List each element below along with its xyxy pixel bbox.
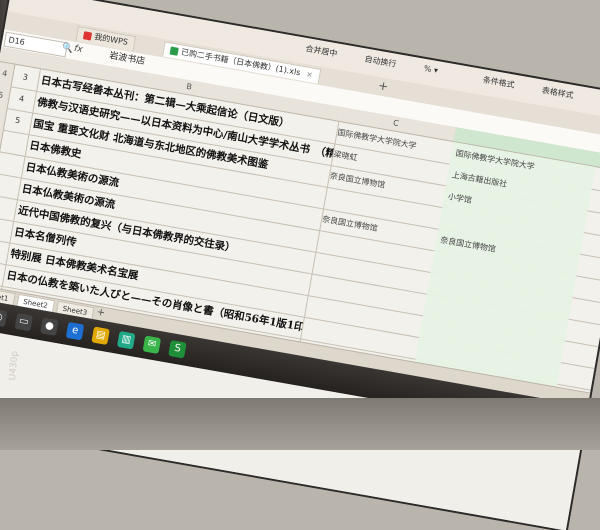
conditional-format-button[interactable]: 条件格式 <box>482 74 515 90</box>
task-view-icon[interactable]: ▭ <box>15 313 34 332</box>
spreadsheet-icon <box>170 46 179 55</box>
screen: 合并居中 自动换行 % ▾ 条件格式 表格样式 我的WPS 已购二手书籍（日本佛… <box>0 0 600 530</box>
monitor-bezel-bottom <box>0 398 600 450</box>
search-icon[interactable]: ○ <box>0 308 7 327</box>
wps-spreadsheet-icon[interactable]: S <box>168 340 187 359</box>
wps-icon <box>83 31 92 40</box>
close-icon[interactable]: × <box>305 69 313 79</box>
merge-center-button[interactable]: 合并居中 <box>305 43 338 59</box>
percent-icon[interactable]: % ▾ <box>423 64 439 75</box>
edge-icon[interactable]: e <box>66 322 85 341</box>
wrap-text-button[interactable]: 自动换行 <box>364 53 397 69</box>
app-icon[interactable]: ● <box>40 317 59 336</box>
fx-icon[interactable]: fx <box>73 44 83 55</box>
zoom-icon[interactable]: 🔍 <box>61 43 74 55</box>
folder-icon[interactable]: ▤ <box>91 326 110 345</box>
tab-label: 我的WPS <box>94 32 129 47</box>
chart-app-icon[interactable]: ▥ <box>117 331 136 350</box>
add-sheet-button[interactable]: + <box>96 307 106 319</box>
table-style-button[interactable]: 表格样式 <box>541 85 574 101</box>
wechat-icon[interactable]: ✉ <box>143 335 162 354</box>
add-tab-button[interactable]: + <box>377 78 389 94</box>
